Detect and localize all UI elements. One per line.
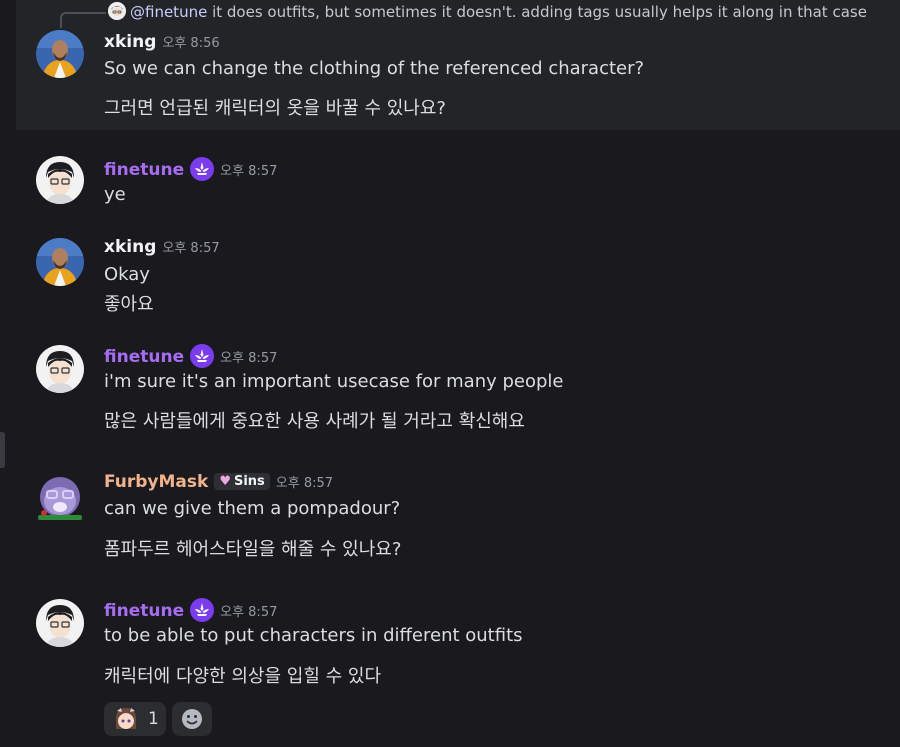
message-finetune-2: finetune 오후 8:57 i'm sure it's an importa…	[16, 330, 900, 455]
username-finetune[interactable]: finetune 오후 8:57	[104, 344, 277, 368]
username-text[interactable]: finetune	[104, 347, 184, 367]
add-reaction-button[interactable]	[172, 702, 212, 736]
message-line: to be able to put characters in differen…	[104, 625, 523, 646]
message-line: 많은 사람들에게 중요한 사용 사례가 될 거라고 확신해요	[104, 411, 525, 432]
character-emoji-icon	[113, 707, 139, 735]
message-finetune-1: finetune 오후 8:57 ye	[16, 130, 900, 220]
avatar-finetune[interactable]	[36, 599, 84, 647]
message-line: Okay	[104, 264, 150, 285]
server-tag-label: Sins	[233, 474, 265, 489]
verified-flower-icon	[190, 344, 215, 368]
username-xking[interactable]: xking 오후 8:57	[104, 237, 220, 257]
avatar-finetune[interactable]	[36, 156, 84, 204]
username-xking[interactable]: xking 오후 8:56	[104, 32, 220, 52]
reply-connector	[60, 12, 106, 28]
username-text[interactable]: xking	[104, 237, 156, 257]
username-finetune[interactable]: finetune 오후 8:57	[104, 157, 277, 181]
avatar-xking[interactable]	[36, 30, 84, 78]
username-finetune[interactable]: finetune 오후 8:57	[104, 598, 277, 622]
reply-preview[interactable]: @finetune it does outfits, but sometimes…	[108, 2, 867, 21]
timestamp: 오후 8:57	[162, 241, 220, 256]
left-gutter	[0, 0, 16, 747]
verified-flower-icon	[190, 598, 215, 622]
message-furbymask: FurbyMask ♥ Sins 오후 8:57 can we give them a…	[16, 455, 900, 585]
timestamp: 오후 8:57	[275, 476, 334, 491]
message-line: 캐릭터에 다양한 의상을 입힐 수 있다	[104, 666, 382, 687]
avatar-xking[interactable]	[36, 238, 84, 286]
message-line: 좋아요	[104, 294, 154, 315]
timestamp: 오후 8:56	[162, 36, 220, 51]
message-xking-1: @finetune it does outfits, but sometimes…	[16, 0, 900, 130]
reply-text: it does outfits, but sometimes it doesn'…	[207, 3, 867, 21]
message-line: 폼파두르 헤어스타일을 해줄 수 있나요?	[104, 539, 402, 560]
reply-mention[interactable]: @finetune	[130, 3, 207, 21]
username-text[interactable]: finetune	[104, 160, 184, 180]
chat-message-list: @finetune it does outfits, but sometimes…	[16, 0, 900, 747]
username-text[interactable]: finetune	[104, 601, 184, 621]
timestamp: 오후 8:57	[220, 164, 278, 179]
username-text[interactable]: xking	[104, 32, 156, 52]
verified-flower-icon	[190, 157, 215, 181]
username-furbymask[interactable]: FurbyMask ♥ Sins 오후 8:57	[104, 472, 333, 492]
reaction-pill[interactable]: 1	[104, 702, 166, 736]
message-line: 그러면 언급된 캐릭터의 옷을 바꿀 수 있나요?	[104, 98, 446, 119]
heart-icon: ♥	[219, 474, 231, 489]
avatar-furbymask[interactable]	[36, 473, 84, 521]
username-text[interactable]: FurbyMask	[104, 472, 208, 492]
reply-avatar	[108, 2, 126, 20]
message-line: ye	[104, 184, 126, 205]
scrollbar-thumb[interactable]	[0, 432, 5, 468]
timestamp: 오후 8:57	[220, 605, 278, 620]
message-line: So we can change the clothing of the ref…	[104, 58, 645, 79]
message-line: i'm sure it's an important usecase for m…	[104, 371, 564, 392]
server-tag[interactable]: ♥ Sins	[214, 473, 270, 490]
message-line: can we give them a pompadour?	[104, 498, 401, 519]
add-reaction-icon	[181, 708, 203, 734]
timestamp: 오후 8:57	[220, 351, 278, 366]
avatar-finetune[interactable]	[36, 345, 84, 393]
reaction-count: 1	[148, 709, 159, 729]
message-xking-2: xking 오후 8:57 Okay 좋아요	[16, 220, 900, 330]
